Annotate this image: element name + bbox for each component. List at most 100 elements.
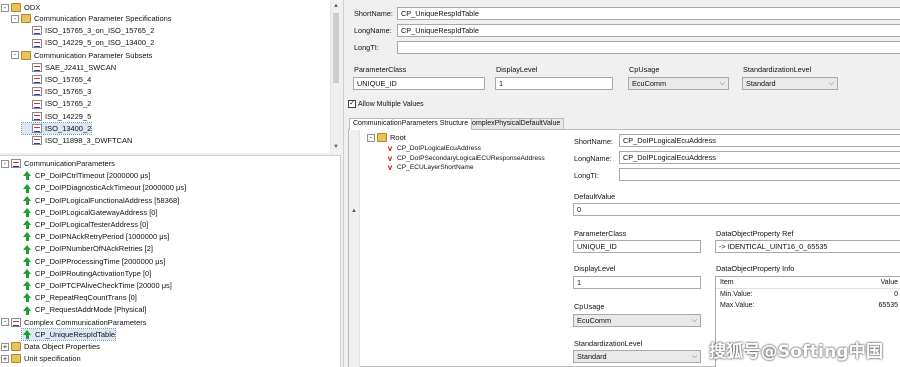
expand-icon[interactable]: +: [1, 342, 9, 351]
odx-root[interactable]: - ODX: [1, 2, 40, 14]
collapse-icon[interactable]: -: [1, 159, 9, 168]
parameter-item[interactable]: CP_DoIPRoutingActivationType [0]: [22, 268, 151, 280]
odx-tree-scrollbar[interactable]: ▲ ▼: [330, 0, 341, 153]
collapse-icon[interactable]: -: [1, 318, 9, 327]
parameter-item[interactable]: CP_DoIPLogicalTesterAddress [0]: [22, 219, 148, 231]
parameter-item[interactable]: CP_DoIPProcessingTime [2000000 μs]: [22, 256, 165, 268]
parameter-item[interactable]: CP_DoIPNAckRetryPeriod [1000000 μs]: [22, 231, 169, 243]
sub-short-name-label: ShortName:: [574, 137, 613, 146]
structure-scrollbar[interactable]: ▲: [349, 130, 360, 367]
parameter-item[interactable]: CP_DoIPLogicalGatewayAddress [0]: [22, 207, 158, 219]
tree-item-label: CP_UniqueRespIdTable: [35, 329, 116, 339]
long-ti-field[interactable]: [397, 41, 900, 54]
collapse-icon[interactable]: -: [11, 51, 19, 60]
folder-icon: [377, 133, 387, 143]
collapse-icon[interactable]: -: [367, 133, 375, 142]
parameter-item[interactable]: CP_DoIPDiagnosticAckTimeout [2000000 μs]: [22, 182, 186, 194]
long-name-field[interactable]: CP_UniqueRespIdTable: [397, 24, 900, 37]
communication-parameters-node[interactable]: - CommunicationParameters: [1, 158, 115, 170]
sub-param-class-field[interactable]: UNIQUE_ID: [573, 240, 701, 253]
complex-parameters-icon: [11, 317, 21, 327]
tree-item-label: CP_DoIPNumberOfNAckRetries [2]: [35, 244, 153, 254]
odx-tree-item[interactable]: ISO_14229_5_on_ISO_13400_2: [22, 37, 154, 49]
short-name-field[interactable]: CP_UniqueRespIdTable: [397, 7, 900, 20]
section-node[interactable]: + Unit specification: [1, 353, 81, 365]
parameter-arrow-icon: [22, 232, 32, 242]
odx-tree-item[interactable]: ISO_14229_5: [22, 111, 91, 123]
tree-item-label: ISO_15765_3: [45, 87, 92, 97]
parameter-item[interactable]: CP_RequestAddrMode [Physical]: [22, 304, 146, 316]
section-node[interactable]: + Data Object Properties: [1, 341, 100, 353]
complex-parameters-node[interactable]: - Complex CommunicationParameters: [1, 317, 147, 329]
parameter-arrow-icon: [22, 195, 32, 205]
parameter-arrow-icon: [22, 183, 32, 193]
odx-tree-item[interactable]: ISO_15765_4: [22, 74, 91, 86]
collapse-icon[interactable]: -: [11, 14, 19, 23]
tree-item-label: ISO_15765_4: [45, 75, 92, 84]
odx-tree-item[interactable]: - Communication Parameter Specifications: [11, 13, 172, 25]
parameter-item[interactable]: CP_DoIPTCPAliveCheckTime [20000 μs]: [22, 280, 172, 292]
tree-item-label: Data Object Properties: [24, 342, 100, 351]
default-value-field[interactable]: 0: [573, 203, 900, 216]
protocol-icon: [32, 124, 42, 134]
odx-tree-item[interactable]: ISO_13400_2: [20, 121, 93, 136]
scroll-down-icon[interactable]: ▼: [331, 141, 341, 153]
chevron-down-icon[interactable]: ⌵: [692, 315, 697, 326]
struct-root[interactable]: - Root: [367, 132, 406, 144]
value-column-header[interactable]: Value: [881, 279, 898, 286]
sub-cp-usage-select[interactable]: EcuComm ⌵: [573, 314, 701, 327]
parameter-item[interactable]: CP_DoIPLogicalFunctionalAddress [58368]: [22, 195, 179, 207]
long-name-label: LongName:: [354, 26, 392, 35]
chevron-down-icon[interactable]: ⌵: [829, 78, 834, 89]
detail-panel: ShortName: CP_UniqueRespIdTable LongName…: [343, 0, 900, 367]
protocol-icon: [32, 111, 42, 121]
tab-complex-physical-default-value[interactable]: ComplexPhysicalDefaultValue: [463, 118, 565, 129]
odx-tree-item[interactable]: ISO_11898_3_DWFTCAN: [22, 135, 132, 147]
structure-item[interactable]: v CP_ECULayerShortName: [385, 162, 474, 174]
expand-icon[interactable]: +: [1, 354, 9, 363]
item-column-header[interactable]: Item: [720, 279, 734, 286]
chevron-down-icon[interactable]: ⌵: [720, 78, 725, 89]
watermark: 搜狐号@Softing中国: [709, 342, 884, 362]
allow-multiple-checkbox[interactable]: ✓ Allow Multiple Values: [348, 100, 424, 108]
complex-parameter-item[interactable]: CP_UniqueRespIdTable: [20, 327, 117, 342]
parameter-arrow-icon: [22, 330, 32, 340]
tree-item-label: CP_DoIPNAckRetryPeriod [1000000 μs]: [35, 232, 170, 242]
chevron-down-icon[interactable]: ⌵: [692, 351, 697, 362]
tree-item-label: CP_DoIPProcessingTime [2000000 μs]: [35, 256, 166, 266]
sub-short-name-field[interactable]: CP_DoIPLogicalEcuAddress: [619, 134, 900, 147]
param-class-field[interactable]: UNIQUE_ID: [353, 77, 485, 90]
tab-communication-parameters-structure[interactable]: CommunicationParameters Structure: [349, 118, 473, 130]
display-level-field[interactable]: 1: [495, 77, 613, 90]
scroll-thumb[interactable]: [333, 13, 339, 83]
parameter-arrow-icon: [22, 281, 32, 291]
std-level-select[interactable]: Standard ⌵: [742, 77, 838, 90]
tree-item-label: Communication Parameter Subsets: [34, 50, 153, 60]
odx-tree-item[interactable]: ISO_15765_3: [22, 86, 91, 98]
tree-item-label: ISO_15765_2: [45, 99, 92, 109]
table-row: Min.Value: 0: [720, 291, 898, 298]
parameter-item[interactable]: CP_DoIPNumberOfNAckRetries [2]: [22, 243, 153, 255]
cp-usage-select[interactable]: EcuComm ⌵: [628, 77, 729, 90]
parameter-item[interactable]: CP_DoIPCtrlTimeout [2000000 μs]: [22, 170, 150, 182]
table-row: Max.Value: 65535: [720, 302, 898, 309]
scroll-up-icon[interactable]: ▲: [331, 0, 341, 12]
collapse-icon[interactable]: -: [1, 3, 9, 12]
sub-std-level-select[interactable]: Standard ⌵: [573, 350, 701, 363]
scroll-thumb[interactable]: ▲: [351, 200, 357, 222]
odx-tree-pane: - ODX - Communication Parameter Specifica…: [0, 0, 341, 153]
sub-display-level-field[interactable]: 1: [573, 276, 701, 289]
folder-icon: [11, 342, 21, 352]
sub-long-name-field[interactable]: CP_DoIPLogicalEcuAddress: [619, 151, 900, 164]
parameter-tree-pane: - CommunicationParameters CP_DoIPCtrlTimeo…: [0, 155, 341, 367]
sub-long-ti-field[interactable]: [619, 168, 900, 181]
parameter-item[interactable]: CP_RepeatReqCountTrans [0]: [22, 292, 137, 304]
sub-cp-usage-label: CpUsage: [574, 302, 605, 311]
dop-ref-field[interactable]: -> IDENTICAL_UINT16_0_65535: [715, 240, 900, 253]
tree-item-label: ISO_15765_3_on_ISO_15765_2: [45, 26, 155, 36]
odx-tree-item[interactable]: - Communication Parameter Subsets: [11, 50, 152, 62]
odx-tree-item[interactable]: ISO_15765_3_on_ISO_15765_2: [22, 25, 154, 37]
odx-tree-item[interactable]: SAE_J2411_SWCAN: [22, 62, 116, 74]
checkbox-icon[interactable]: ✓: [348, 100, 356, 108]
odx-tree-item[interactable]: ISO_15765_2: [22, 98, 91, 110]
